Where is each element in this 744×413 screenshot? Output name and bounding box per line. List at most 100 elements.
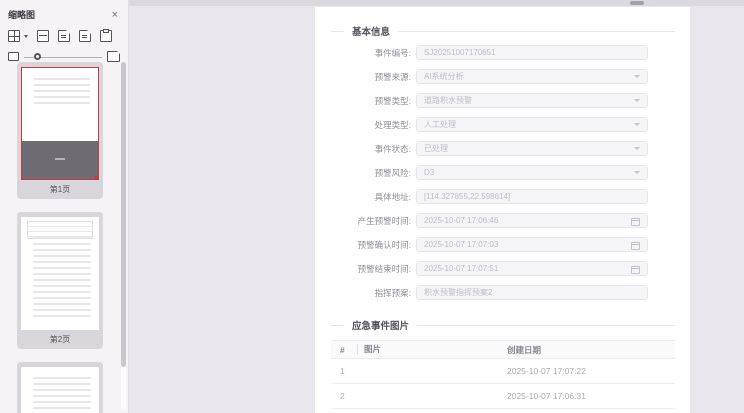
emergency-images-table: # 图片 创建日期 1 2025-10-07 17:07:22 2 2025-1… [331, 340, 675, 409]
chevron-down-icon [634, 147, 640, 150]
col-header-created: 创建日期 [507, 344, 542, 355]
row-index: 2 [340, 391, 345, 401]
field-value: SJ20251007170651 [424, 48, 496, 57]
field-value: 2025-10-07 17:07:51 [424, 264, 499, 273]
slider-knob[interactable] [34, 52, 42, 60]
alert-type-select[interactable]: 道路积水预警 [416, 93, 648, 108]
section-divider: 应急事件图片 [331, 318, 675, 332]
form-row: 预警来源: AI系统分析 [331, 69, 675, 84]
field-value: 积水预警指挥预案2 [424, 288, 493, 297]
divider-line [398, 30, 675, 32]
field-value: D3 [424, 168, 435, 177]
copy-page-icon[interactable] [58, 30, 70, 42]
form-row: 事件编号: SJ20251007170651 [331, 45, 675, 60]
field-label: 产生预警时间: [357, 215, 411, 226]
field-value: 道路积水预警 [424, 96, 472, 105]
horizontal-scrollbar-thumb[interactable] [630, 1, 644, 5]
thumbnail-content-lines [33, 373, 91, 413]
basic-info-title: 基本信息 [352, 27, 391, 38]
divider-line [331, 324, 344, 326]
col-header-image: 图片 [357, 344, 507, 355]
chevron-down-icon [634, 171, 640, 174]
event-status-select[interactable]: 已处理 [416, 141, 648, 156]
field-value: 人工处理 [424, 120, 456, 129]
thumbnail-panel-title: 缩略图 [8, 10, 36, 20]
selection-handle[interactable] [95, 176, 98, 179]
field-label: 预警风险: [374, 167, 411, 178]
command-plan-input[interactable]: 积水预警指挥预案2 [416, 285, 648, 300]
chevron-down-icon [634, 75, 640, 78]
field-label: 事件状态: [374, 143, 411, 154]
field-label: 指挥预案: [374, 287, 411, 298]
field-label: 事件编号: [374, 47, 411, 58]
screen: 缩略图 × 第1页 第2页 基本信息 事件编号: SJ2025100717065… [0, 0, 744, 413]
thumbnail-page-1[interactable]: 第1页 [17, 62, 103, 199]
form-row: 具体地址: [114.327855,22.598614] [331, 189, 675, 204]
section-divider: 基本信息 [331, 24, 675, 38]
thumbnail-page-3-preview[interactable] [21, 367, 99, 413]
field-value: 已处理 [424, 144, 448, 153]
form-row: 处理类型: 人工处理 [331, 117, 675, 132]
thumbnail-page-3[interactable] [17, 362, 103, 413]
col-header-index: # [340, 344, 345, 355]
form-row: 预警类型: 道路积水预警 [331, 93, 675, 108]
close-icon[interactable]: × [112, 9, 118, 20]
form-row: 产生预警时间: 2025-10-07 17:06:46 [331, 213, 675, 228]
thumbnail-panel-header: 缩略图 × [0, 0, 128, 23]
field-label: 具体地址: [374, 191, 411, 202]
field-label: 预警确认时间: [357, 239, 411, 250]
thumbnail-page-1-label: 第1页 [49, 185, 71, 194]
thumbnail-page-1-preview[interactable] [21, 67, 99, 180]
field-label: 处理类型: [374, 119, 411, 130]
divider-line [331, 30, 344, 32]
field-value: AI系统分析 [424, 72, 464, 81]
thumbnail-dash [55, 158, 65, 161]
thumbnail-content-lines [34, 74, 90, 108]
images-section-title: 应急事件图片 [352, 321, 410, 332]
calendar-icon [631, 242, 640, 250]
thumbnail-dark-section [22, 141, 98, 179]
field-label: 预警结束时间: [357, 263, 411, 274]
form-row: 预警确认时间: 2025-10-07 17:07:03 [331, 237, 675, 252]
form-row: 指挥预案: 积水预警指挥预案2 [331, 285, 675, 300]
divider-line [417, 324, 675, 326]
confirm-time-input[interactable]: 2025-10-07 17:07:03 [416, 237, 648, 252]
top-strip [128, 0, 744, 6]
row-created-date: 2025-10-07 17:06:31 [507, 391, 586, 401]
thumbnail-page-2-preview[interactable] [21, 217, 99, 330]
thumbnail-page-2[interactable]: 第2页 [17, 212, 103, 349]
content-panel: 基本信息 事件编号: SJ20251007170651 预警来源: AI系统分析… [315, 7, 690, 413]
table-row: 1 2025-10-07 17:07:22 [331, 359, 675, 384]
end-time-input[interactable]: 2025-10-07 17:07:51 [416, 261, 648, 276]
insert-page-icon[interactable] [79, 30, 91, 42]
table-row: 2 2025-10-07 17:06:31 [331, 384, 675, 409]
chevron-down-icon [634, 123, 640, 126]
field-label: 预警类型: [374, 95, 411, 106]
sidebar-scrollbar[interactable] [121, 62, 126, 410]
form-row: 事件状态: 已处理 [331, 141, 675, 156]
thumbnail-toolbar [0, 23, 128, 45]
single-page-icon[interactable] [37, 30, 49, 42]
alert-time-input[interactable]: 2025-10-07 17:06:46 [416, 213, 648, 228]
alert-source-select[interactable]: AI系统分析 [416, 69, 648, 84]
basic-info-form: 事件编号: SJ20251007170651 预警来源: AI系统分析 预警类型… [331, 45, 675, 300]
chevron-down-icon[interactable] [24, 34, 28, 38]
field-value: 2025-10-07 17:06:46 [424, 216, 499, 225]
thumbnail-panel: 缩略图 × 第1页 第2页 [0, 0, 129, 413]
clipboard-icon[interactable] [100, 29, 112, 42]
thumbnail-page-2-label: 第2页 [49, 335, 71, 344]
calendar-icon [631, 218, 640, 226]
address-input[interactable]: [114.327855,22.598614] [416, 189, 648, 204]
sidebar-scrollbar-thumb[interactable] [121, 62, 126, 367]
thumbnail-list: 第1页 第2页 [0, 60, 120, 413]
row-created-date: 2025-10-07 17:07:22 [507, 366, 586, 376]
alert-risk-select[interactable]: D3 [416, 165, 648, 180]
event-id-input[interactable]: SJ20251007170651 [416, 45, 648, 60]
field-value: [114.327855,22.598614] [424, 192, 511, 201]
view-mode-icon[interactable] [8, 30, 20, 42]
thumbnail-content-lines [33, 233, 91, 319]
calendar-icon [631, 266, 640, 274]
handle-type-select[interactable]: 人工处理 [416, 117, 648, 132]
field-label: 预警来源: [374, 71, 411, 82]
chevron-down-icon [634, 99, 640, 102]
